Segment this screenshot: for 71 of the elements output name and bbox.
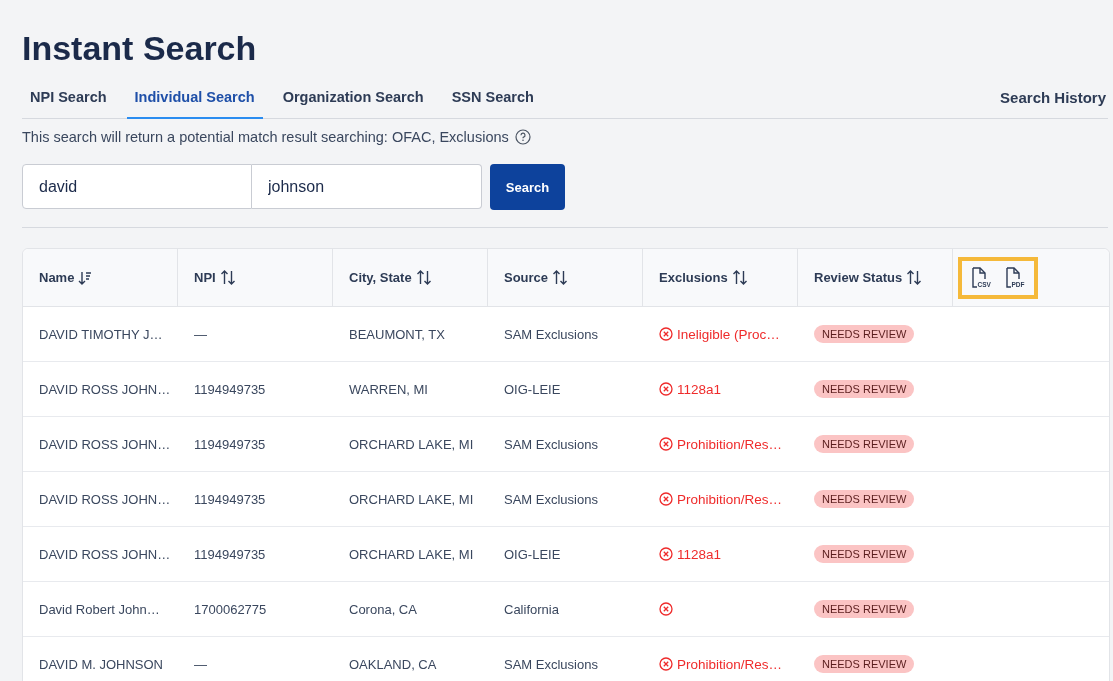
sort-icon[interactable] [219, 270, 236, 285]
column-header[interactable]: Name [39, 270, 75, 285]
table-cell: DAVID M. JOHNSON [39, 656, 163, 672]
table-cell: 1700062775 [194, 601, 267, 617]
table-cell: 1194949735 [194, 381, 266, 397]
exclusion-text: 1128a1 [677, 381, 722, 397]
table-cell: Corona, CA [349, 601, 417, 617]
table-cell: DAVID ROSS JOHN… [39, 491, 171, 507]
status-badge: NEEDS REVIEW [814, 435, 915, 453]
table-cell: WARREN, MI [349, 381, 428, 397]
input-field[interactable]: johnson [252, 164, 482, 209]
table-cell: SAM Exclusions [504, 436, 598, 452]
table-cell: — [194, 656, 207, 672]
column-header[interactable]: Exclusions [659, 270, 728, 285]
column-header[interactable]: City, State [349, 270, 412, 285]
help-icon[interactable] [514, 129, 531, 145]
tab[interactable]: SSN Search [443, 76, 542, 119]
table-cell: 1194949735 [194, 546, 266, 562]
table-cell: ORCHARD LAKE, MI [349, 546, 474, 562]
error-icon [659, 437, 673, 451]
table-cell: 1194949735 [194, 491, 266, 507]
error-icon [659, 382, 673, 396]
table-cell: DAVID ROSS JOHN… [39, 436, 171, 452]
table-cell: SAM Exclusions [504, 656, 598, 672]
error-icon [659, 327, 673, 341]
status-badge: NEEDS REVIEW [814, 545, 915, 563]
error-icon [659, 657, 673, 671]
table-cell: ORCHARD LAKE, MI [349, 491, 474, 507]
table-cell: DAVID ROSS JOHN… [39, 381, 171, 397]
sort-icon[interactable] [731, 270, 748, 285]
table-cell: — [194, 326, 207, 342]
table-cell: DAVID TIMOTHY J… [39, 326, 163, 342]
table-cell: David Robert John… [39, 601, 160, 617]
table-cell: SAM Exclusions [504, 491, 598, 507]
exclusion-text: Prohibition/Res… [677, 656, 783, 672]
search-history-link[interactable]: Search History [1000, 88, 1106, 106]
status-badge: NEEDS REVIEW [814, 600, 915, 618]
sort-icon[interactable] [906, 270, 923, 285]
table-cell: BEAUMONT, TX [349, 326, 445, 342]
table-cell: OIG-LEIE [504, 381, 561, 397]
status-badge: NEEDS REVIEW [814, 325, 915, 343]
tab[interactable]: Individual Search [126, 76, 263, 119]
table-cell: OAKLAND, CA [349, 656, 437, 672]
table-cell: DAVID ROSS JOHN… [39, 546, 171, 562]
table-cell: OIG-LEIE [504, 546, 561, 562]
exclusion-text: 1128a1 [677, 546, 722, 562]
table-cell: SAM Exclusions [504, 326, 598, 342]
column-header[interactable]: Review Status [814, 270, 903, 285]
column-header[interactable]: NPI [194, 270, 216, 285]
input-field[interactable]: david [22, 164, 252, 209]
search-description: This search will return a potential match result searching: OFAC, Exclusions [22, 129, 509, 145]
table-cell: 1194949735 [194, 436, 266, 452]
tab[interactable]: Organization Search [274, 76, 432, 119]
error-icon [659, 602, 673, 616]
sort-icon[interactable] [552, 270, 569, 285]
status-badge: NEEDS REVIEW [814, 655, 915, 673]
status-badge: NEEDS REVIEW [814, 380, 915, 398]
exclusion-text: Prohibition/Res… [677, 436, 783, 452]
tab[interactable]: NPI Search [22, 76, 115, 119]
sort-descending-icon[interactable] [78, 270, 93, 285]
table-cell: California [504, 601, 559, 617]
status-badge: NEEDS REVIEW [814, 490, 915, 508]
exclusion-text: Prohibition/Res… [677, 491, 783, 507]
error-icon [659, 492, 673, 506]
search-button[interactable]: Search [490, 164, 565, 210]
exclusion-text: Ineligible (Proc… [677, 326, 780, 342]
sort-icon[interactable] [415, 270, 432, 285]
page-title: Instant Search [22, 28, 258, 68]
column-header[interactable]: Source [504, 270, 549, 285]
error-icon [659, 547, 673, 561]
table-cell: ORCHARD LAKE, MI [349, 436, 474, 452]
